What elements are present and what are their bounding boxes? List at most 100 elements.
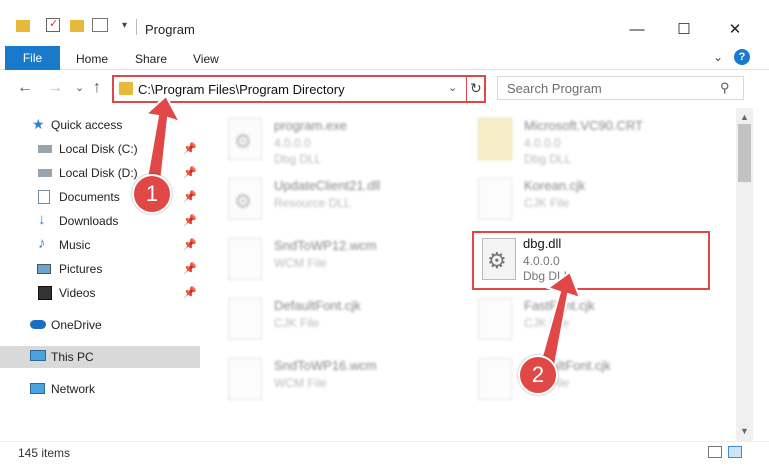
file-item[interactable]: Korean.cjk CJK File — [460, 172, 700, 228]
scroll-down-icon[interactable]: ▼ — [740, 426, 749, 436]
refresh-button[interactable]: ↻ — [470, 80, 482, 97]
drive-icon — [38, 169, 52, 177]
network-icon — [30, 383, 45, 394]
minimize-button[interactable]: — — [614, 14, 660, 44]
highlighted-file-dbg-dll[interactable]: dbg.dll 4.0.0.0 Dbg DLL — [472, 231, 710, 290]
status-bar: 145 items — [0, 441, 769, 470]
dll-gear-icon — [482, 238, 516, 280]
pin-icon[interactable]: 📌 — [183, 262, 197, 275]
file-name: DefaultFont.cjk — [274, 298, 361, 313]
sidebar-item-local-disk-d[interactable]: Local Disk (D:) 📌 — [0, 162, 200, 184]
file-item[interactable]: Microsoft.VC90.CRT 4.0.0.0 Dbg DLL — [460, 112, 700, 168]
back-button[interactable]: ← — [17, 79, 33, 97]
pin-icon[interactable]: 📌 — [183, 142, 197, 155]
properties-icon[interactable]: ✓ — [46, 18, 60, 32]
scroll-thumb[interactable] — [738, 124, 751, 182]
up-button[interactable]: ↑ — [93, 79, 101, 97]
sidebar-item-network[interactable]: Network — [0, 378, 200, 400]
forward-button[interactable]: → — [47, 79, 63, 97]
large-icons-view-icon[interactable] — [728, 446, 742, 458]
title-bar: ✓ ▾ Program — ☐ ✕ — [0, 0, 769, 44]
file-description: Dbg DLL — [523, 269, 571, 283]
title-separator — [136, 19, 137, 35]
address-path[interactable]: C:\Program Files\Program Directory — [138, 82, 345, 97]
file-name: dbg.dll — [523, 236, 562, 251]
sidebar-item-local-disk-c[interactable]: Local Disk (C:) 📌 — [0, 138, 200, 160]
tab-file[interactable]: File — [5, 46, 60, 70]
sidebar-item-pictures[interactable]: Pictures 📌 — [0, 258, 200, 280]
file-item[interactable]: DefaultFont.cjk CJK File — [460, 352, 700, 408]
window-title: Program — [145, 22, 195, 37]
pin-icon[interactable]: 📌 — [183, 238, 197, 251]
file-icon — [228, 298, 262, 340]
scroll-up-icon[interactable]: ▲ — [740, 112, 749, 122]
sidebar-item-label: Quick access — [51, 118, 123, 132]
sidebar-item-label: Local Disk (D:) — [59, 166, 138, 180]
address-bar[interactable]: C:\Program Files\Program Directory ⌄ ↻ — [112, 75, 486, 103]
sidebar-item-label: Local Disk (C:) — [59, 142, 138, 156]
pin-icon[interactable]: 📌 — [183, 166, 197, 179]
sidebar-item-onedrive[interactable]: OneDrive — [0, 314, 200, 336]
maximize-button[interactable]: ☐ — [661, 14, 707, 44]
file-name: SndToWP12.wcm — [274, 238, 377, 253]
address-dropdown-icon[interactable]: ⌄ — [448, 81, 457, 94]
pin-icon[interactable]: 📌 — [183, 214, 197, 227]
star-icon: ★ — [32, 116, 45, 132]
download-icon: ↓ — [38, 211, 46, 228]
sidebar-item-downloads[interactable]: ↓ Downloads 📌 — [0, 210, 200, 232]
folder-file-icon — [478, 118, 512, 160]
file-item[interactable]: program.exe 4.0.0.0 Dbg DLL — [210, 112, 450, 168]
sidebar-item-label: Videos — [59, 286, 96, 300]
search-icon[interactable]: ⚲ — [720, 80, 730, 96]
close-button[interactable]: ✕ — [712, 14, 758, 44]
tab-view[interactable]: View — [193, 52, 219, 66]
step-1-badge: 1 — [132, 174, 172, 214]
file-version: 4.0.0.0 — [523, 254, 560, 268]
expand-ribbon-icon[interactable]: ⌄ — [713, 50, 723, 64]
dll-file-icon — [228, 178, 262, 220]
help-icon[interactable]: ? — [734, 49, 750, 65]
toolbar-dropdown-icon[interactable]: ▾ — [122, 20, 127, 31]
folder-icon — [119, 82, 133, 95]
pin-icon[interactable]: 📌 — [183, 190, 197, 203]
folder-icon[interactable] — [16, 20, 30, 32]
exe-file-icon — [228, 118, 262, 160]
file-name: Korean.cjk — [524, 178, 586, 193]
music-icon: ♪ — [38, 235, 46, 252]
pin-icon[interactable]: 📌 — [183, 286, 197, 299]
sidebar-item-videos[interactable]: Videos 📌 — [0, 282, 200, 304]
ribbon: File Home Share View ⌄ ? — [0, 44, 769, 70]
file-icon — [478, 298, 512, 340]
file-item[interactable]: UpdateClient21.dll Resource DLL — [210, 172, 450, 228]
item-count: 145 items — [18, 446, 71, 460]
file-name: SndToWP16.wcm — [274, 358, 377, 373]
file-name: FastFont.cjk — [524, 298, 595, 313]
tab-share[interactable]: Share — [135, 52, 167, 66]
file-detail: WCM File — [274, 376, 327, 390]
sidebar-item-quick-access[interactable]: ★ Quick access — [0, 114, 200, 136]
file-item[interactable]: FastFont.cjk CJK File — [460, 292, 700, 348]
step-2-badge: 2 — [518, 355, 558, 395]
sidebar-item-label: OneDrive — [51, 318, 102, 332]
sidebar-item-this-pc[interactable]: This PC — [0, 346, 200, 368]
drive-icon — [38, 145, 52, 153]
file-detail: 4.0.0.0 — [524, 136, 561, 150]
sidebar-item-label: Network — [51, 382, 96, 396]
file-detail: Resource DLL — [274, 196, 351, 210]
file-item[interactable]: SndToWP16.wcm WCM File — [210, 352, 450, 408]
details-view-icon[interactable] — [708, 446, 722, 458]
file-detail: WCM File — [274, 256, 327, 270]
navigation-pane: ★ Quick access Local Disk (C:) 📌 Local D… — [0, 108, 200, 441]
address-divider — [466, 77, 467, 101]
sidebar-item-music[interactable]: ♪ Music 📌 — [0, 234, 200, 256]
file-item[interactable]: DefaultFont.cjk CJK File — [210, 292, 450, 348]
search-placeholder: Search Program — [507, 81, 602, 96]
file-detail: Dbg DLL — [524, 152, 572, 166]
customize-toolbar-icon[interactable] — [92, 18, 108, 32]
search-input[interactable]: Search Program ⚲ — [497, 76, 744, 100]
tab-home[interactable]: Home — [76, 52, 108, 66]
file-item[interactable]: SndToWP12.wcm WCM File — [210, 232, 450, 288]
recent-locations-button[interactable]: ⌄ — [75, 81, 84, 94]
new-folder-icon[interactable] — [70, 20, 84, 32]
vertical-scrollbar[interactable]: ▲ ▼ — [736, 108, 753, 441]
